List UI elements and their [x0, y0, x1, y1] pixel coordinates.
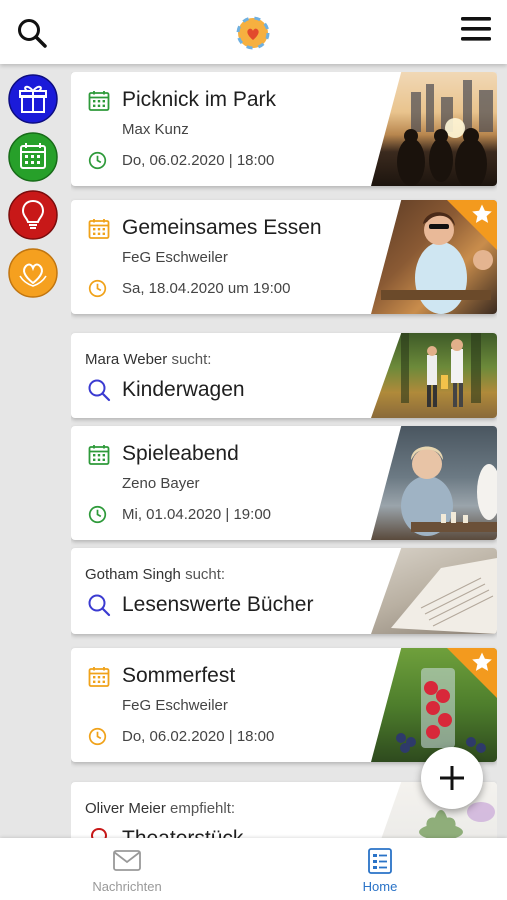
- star-icon: [472, 204, 492, 223]
- person-name: Oliver Meier: [85, 800, 166, 817]
- event-organizer: FeG Eschweiler: [122, 249, 228, 266]
- request-verb: sucht:: [185, 566, 226, 583]
- event-card[interactable]: Picknick im Park Max Kunz Do, 06.02.2020…: [71, 72, 497, 186]
- feed-list: Picknick im Park Max Kunz Do, 06.02.2020…: [71, 72, 497, 838]
- search-card[interactable]: Gotham Singh sucht: Lesenswerte Bücher: [71, 548, 497, 634]
- person-name: Mara Weber: [85, 351, 168, 368]
- event-organizer: Max Kunz: [122, 121, 189, 138]
- event-organizer: FeG Eschweiler: [122, 697, 228, 714]
- heart-hands-logo[interactable]: [236, 16, 270, 50]
- recommend-line: Oliver Meier empfiehlt:: [85, 800, 235, 817]
- add-button[interactable]: [421, 747, 483, 809]
- nav-label: Nachrichten: [92, 879, 162, 894]
- nav-home[interactable]: Home: [320, 838, 440, 900]
- nav-messages[interactable]: Nachrichten: [67, 838, 187, 900]
- search-request-line: Mara Weber sucht:: [85, 351, 211, 368]
- hamburger-menu-icon[interactable]: [461, 15, 491, 43]
- search-icon: [88, 379, 111, 402]
- request-verb: sucht:: [171, 351, 212, 368]
- clock-icon: [88, 151, 107, 170]
- search-title: Lesenswerte Bücher: [122, 593, 314, 616]
- clock-icon: [88, 505, 107, 524]
- calendar-icon: [88, 91, 110, 111]
- event-organizer: Zeno Bayer: [122, 475, 200, 492]
- search-request-line: Gotham Singh sucht:: [85, 566, 225, 583]
- calendar-icon: [88, 219, 110, 239]
- lightbulb-icon: [90, 827, 108, 838]
- calendar-category-icon[interactable]: [8, 132, 58, 182]
- lightbulb-category-icon[interactable]: [8, 190, 58, 240]
- envelope-icon: [113, 850, 141, 871]
- event-card[interactable]: Spieleabend Zeno Bayer Mi, 01.04.2020 | …: [71, 426, 497, 540]
- star-icon: [472, 652, 492, 671]
- event-card[interactable]: Sommerfest FeG Eschweiler Do, 06.02.2020…: [71, 648, 497, 762]
- clock-icon: [88, 279, 107, 298]
- list-icon: [368, 848, 392, 874]
- event-title: Spieleabend: [122, 442, 239, 465]
- event-date: Do, 06.02.2020 | 18:00: [122, 152, 275, 169]
- top-bar: [0, 0, 507, 64]
- search-image-family: [371, 333, 497, 418]
- category-rail: [8, 74, 58, 306]
- calendar-icon: [88, 445, 110, 465]
- person-name: Gotham Singh: [85, 566, 181, 583]
- event-image-chess: [371, 426, 497, 540]
- search-icon: [88, 594, 111, 617]
- bottom-nav: Nachrichten Home: [0, 838, 507, 900]
- event-title: Picknick im Park: [122, 88, 277, 111]
- search-title: Kinderwagen: [122, 378, 245, 401]
- event-date: Do, 06.02.2020 | 18:00: [122, 728, 275, 745]
- search-image-book: [371, 548, 497, 634]
- event-date: Sa, 18.04.2020 um 19:00: [122, 280, 291, 297]
- event-image-park: [371, 72, 497, 186]
- event-title: Sommerfest: [122, 664, 236, 687]
- search-card[interactable]: Mara Weber sucht: Kinderwagen: [71, 333, 497, 418]
- event-title: Gemeinsames Essen: [122, 216, 322, 239]
- event-date: Mi, 01.04.2020 | 19:00: [122, 506, 272, 523]
- nav-label: Home: [362, 879, 398, 894]
- gift-category-icon[interactable]: [8, 74, 58, 124]
- recommend-title: Theaterstück: [122, 827, 243, 838]
- heart-category-icon[interactable]: [8, 248, 58, 298]
- plus-icon: [440, 766, 464, 790]
- request-verb: empfiehlt:: [170, 800, 236, 817]
- event-card[interactable]: Gemeinsames Essen FeG Eschweiler Sa, 18.…: [71, 200, 497, 314]
- calendar-icon: [88, 667, 110, 687]
- clock-icon: [88, 727, 107, 746]
- search-icon[interactable]: [16, 17, 48, 49]
